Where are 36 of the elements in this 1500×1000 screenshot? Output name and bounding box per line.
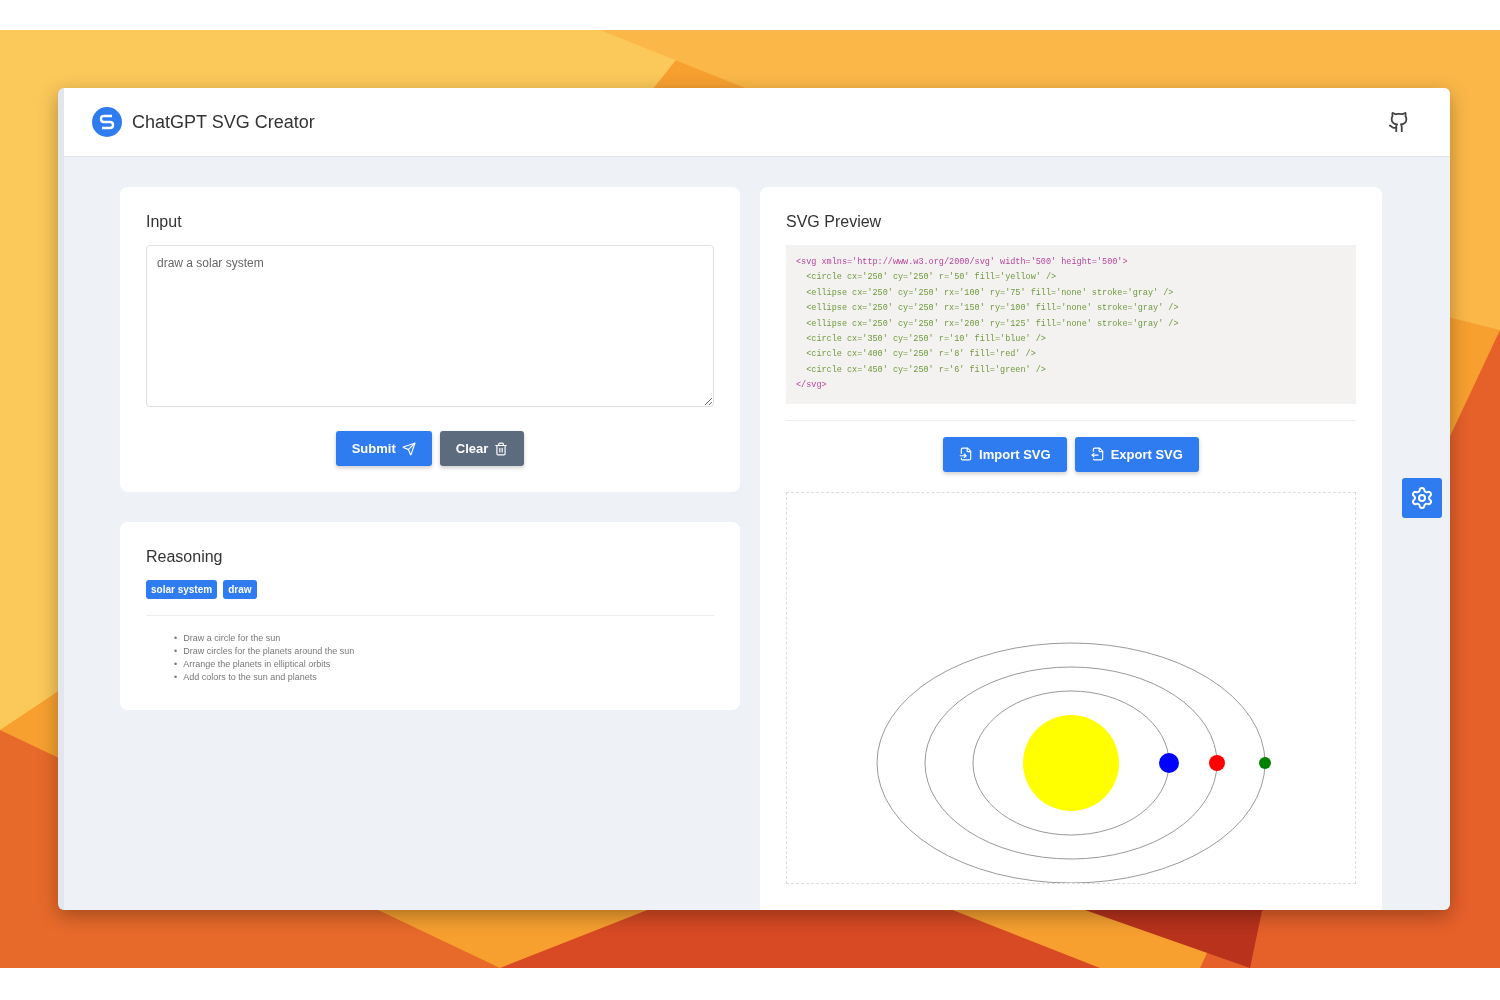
code-line: <circle cx='350' cy='250' r='10' fill='blue' />	[805, 333, 1047, 347]
clear-button[interactable]: Clear	[439, 431, 525, 466]
send-icon	[401, 441, 416, 456]
logo-icon	[92, 107, 122, 137]
card-title: Input	[146, 213, 183, 231]
code-line: <ellipse cx='250' cy='250' rx='100' ry='75' fill='none' stroke='gray' />	[805, 286, 1175, 300]
card-title: SVG Preview	[786, 213, 883, 231]
card-title: Reasoning	[146, 548, 224, 566]
code-line: </svg>	[796, 379, 828, 393]
bullet: •	[174, 645, 178, 658]
tag: draw	[223, 580, 257, 599]
submit-button[interactable]: Submit	[335, 431, 432, 466]
code-line: <circle cx='400' cy='250' r='8' fill='red' />	[805, 348, 1037, 362]
trash-icon	[494, 441, 509, 456]
bullet: •	[174, 632, 178, 645]
export-button[interactable]: Export SVG	[1074, 436, 1199, 472]
bullet: •	[174, 658, 178, 671]
file-icon	[1090, 447, 1105, 462]
settings-icon	[1410, 486, 1434, 510]
code-line: <circle cx='450' cy='250' r='6' fill='green' />	[805, 363, 1047, 377]
prompt-field[interactable]: draw a solar system	[146, 245, 714, 407]
reasoning-step: Draw a circle for the sun	[183, 632, 281, 645]
reasoning-step: Draw circles for the planets around the sun	[183, 645, 355, 658]
code-line: <ellipse cx='250' cy='250' rx='150' ry='100' fill='none' stroke='gray' />	[805, 302, 1180, 316]
app-title: ChatGPT SVG Creator	[132, 111, 316, 133]
code-line: <ellipse cx='250' cy='250' rx='200' ry='125' fill='none' stroke='gray' />	[805, 317, 1180, 331]
code-line: <circle cx='250' cy='250' r='50' fill='yellow' />	[805, 271, 1058, 285]
file-icon	[959, 447, 974, 462]
reasoning-step: Arrange the planets in elliptical orbits	[183, 658, 331, 671]
reasoning-step: Add colors to the sun and planets	[183, 671, 317, 684]
code-line: <svg xmlns='http://www.w3.org/2000/svg' width='500' height='500'>	[796, 256, 1129, 269]
bullet: •	[174, 671, 178, 684]
import-button[interactable]: Import SVG	[943, 436, 1067, 472]
github-icon[interactable]	[1388, 111, 1410, 133]
settings-button[interactable]	[1402, 478, 1442, 518]
tag: solar system	[146, 580, 218, 599]
